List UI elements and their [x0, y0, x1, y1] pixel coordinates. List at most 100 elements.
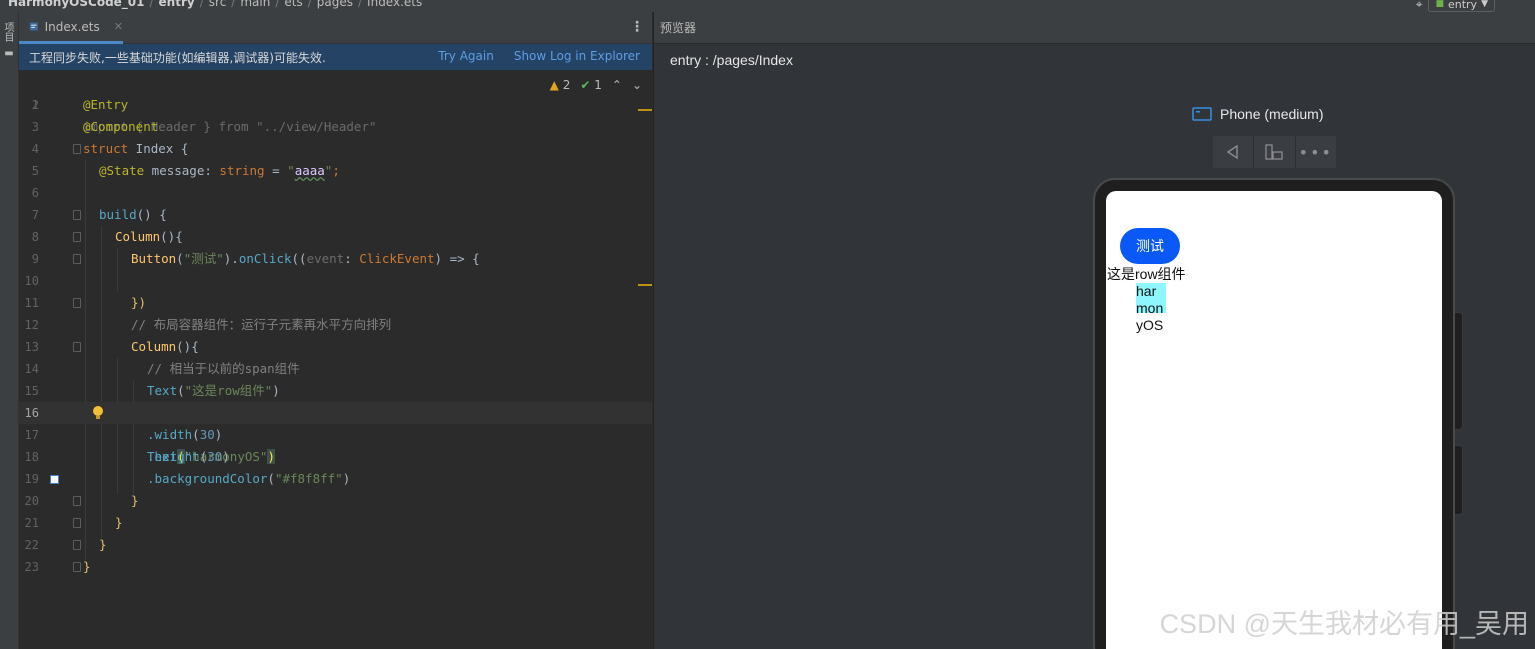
line-number: 8 — [31, 230, 39, 244]
line-number: 2 — [31, 98, 39, 112]
code-line: 5 @State message: string = "aaaa"; — [19, 160, 652, 182]
line-number: 17 — [24, 428, 39, 442]
code-text: }) — [131, 295, 147, 310]
banner-message: 工程同步失败,一些基础功能(如编辑器,调试器)可能失效. — [29, 50, 326, 65]
app-test-button[interactable]: 测试 — [1120, 228, 1180, 264]
project-label: 项目 — [2, 22, 13, 42]
fold-icon[interactable] — [73, 562, 81, 572]
breadcrumb-project[interactable]: HarmonyOSCode_01 — [8, 0, 145, 9]
breadcrumb: HarmonyOSCode_01/entry / src / main / ets / page… — [8, 0, 422, 9]
weak-warning-count[interactable]: ✔ 1 — [580, 74, 602, 96]
show-log-link[interactable]: Show Log in Explorer — [514, 49, 640, 63]
code-text: } — [99, 537, 107, 552]
fold-icon[interactable] — [73, 144, 81, 154]
warning-count[interactable]: ▲ 2 — [550, 74, 571, 96]
code-text: } — [115, 515, 123, 530]
fold-icon[interactable] — [73, 298, 81, 308]
fold-icon[interactable] — [73, 232, 81, 242]
app-harmony-text: harmonyOS — [1136, 283, 1166, 334]
phone-side-button — [1455, 445, 1463, 515]
code-line: 20} — [19, 490, 652, 512]
code-text: struct Index { — [83, 141, 189, 156]
code-line: 4 struct Index { — [19, 138, 652, 160]
code-line: 19 .backgroundColor("#f8f8ff") — [19, 468, 652, 490]
previewer-header: 预览器 — [654, 12, 1535, 44]
folder-icon: ▬ — [4, 48, 14, 59]
breadcrumb-src[interactable]: src — [209, 0, 227, 9]
code-line: 17 .width(30) — [19, 424, 652, 446]
try-again-link[interactable]: Try Again — [438, 49, 494, 63]
line-number: 6 — [31, 186, 39, 200]
fold-icon[interactable] — [73, 342, 81, 352]
code-line: 11}) — [19, 292, 652, 314]
navigation-bar: HarmonyOSCode_01/entry / src / main / ets / page… — [0, 0, 1535, 12]
device-selector[interactable]: Phone (medium) — [1192, 106, 1324, 122]
code-area[interactable]: 1 import { Header } from "../view/Header… — [19, 72, 652, 649]
line-number: 14 — [24, 362, 39, 376]
fold-icon[interactable] — [73, 540, 81, 550]
code-text: .height(30) — [147, 449, 230, 464]
fold-icon[interactable] — [73, 496, 81, 506]
module-icon: ■ — [1435, 0, 1444, 9]
page-route: entry : /pages/Index — [670, 52, 793, 68]
sync-failed-banner: 工程同步失败,一些基础功能(如编辑器,调试器)可能失效. Try Again S… — [19, 44, 652, 70]
lightbulb-icon[interactable] — [92, 405, 104, 421]
color-swatch[interactable] — [50, 475, 59, 484]
breadcrumb-pages[interactable]: pages — [317, 0, 353, 9]
code-text: @Component — [83, 119, 159, 134]
line-number: 18 — [24, 450, 39, 464]
chevron-down-icon: ▼ — [1481, 0, 1488, 9]
fold-icon[interactable] — [73, 254, 81, 264]
tool-window-strip: 项目 ▬ — [0, 12, 19, 649]
line-number: 11 — [24, 296, 39, 310]
phone-side-button — [1455, 312, 1463, 430]
editor-tab-bar: Index.ets ✕ ⋮ — [19, 12, 652, 44]
device-label: Phone (medium) — [1220, 106, 1324, 122]
code-text: Column(){ — [131, 339, 199, 354]
close-icon[interactable]: ✕ — [114, 20, 123, 33]
breadcrumb-file[interactable]: Index.ets — [367, 0, 422, 9]
code-line: 15 Text("这是row组件") — [19, 380, 652, 402]
line-number: 13 — [24, 340, 39, 354]
code-text: Button("测试").onClick((event: ClickEvent)… — [131, 251, 480, 266]
code-line: 12 // 布局容器组件：运行子元素再水平方向排列 — [19, 314, 652, 336]
code-line: 14 // 相当于以前的span组件 — [19, 358, 652, 380]
code-text: build() { — [99, 207, 167, 222]
code-line: 22} — [19, 534, 652, 556]
line-number: 4 — [31, 142, 39, 156]
line-number: 15 — [24, 384, 39, 398]
target-icon[interactable]: ⌖ — [1416, 0, 1423, 12]
fold-icon[interactable] — [73, 518, 81, 528]
chevron-down-icon[interactable]: ⌄ — [632, 74, 642, 96]
inspection-widget[interactable]: ▲ 2 ✔ 1 ⌃ ⌄ — [550, 74, 642, 96]
rotate-button[interactable] — [1254, 136, 1296, 168]
breadcrumb-module[interactable]: entry — [159, 0, 195, 9]
chevron-up-icon[interactable]: ⌃ — [612, 74, 622, 96]
run-config-select[interactable]: ■ entry ▼ — [1428, 0, 1495, 12]
breadcrumb-ets[interactable]: ets — [284, 0, 302, 9]
back-icon — [1226, 144, 1238, 160]
code-line: 18 .height(30) — [19, 446, 652, 468]
code-line: 13 Column(){ — [19, 336, 652, 358]
code-text: } — [131, 493, 139, 508]
code-comment: // 相当于以前的span组件 — [147, 361, 300, 376]
back-button[interactable] — [1213, 136, 1255, 168]
previewer-toolbar: ••• — [1213, 136, 1336, 168]
fold-icon[interactable] — [73, 210, 81, 220]
warning-icon: ▲ — [549, 78, 559, 92]
tab-index-ets[interactable]: Index.ets ✕ — [19, 12, 123, 44]
watermark: CSDN @天生我材必有用_吴用 — [1159, 609, 1529, 639]
line-number: 21 — [24, 516, 39, 530]
phone-frame: 测试 这是row组件 harmonyOS — [1093, 178, 1455, 649]
code-text: Column(){ — [115, 229, 183, 244]
project-tool-button[interactable]: 项目 ▬ — [2, 22, 16, 59]
code-line: 6 — [19, 182, 652, 204]
code-line: 3 @Component — [19, 116, 652, 138]
breadcrumb-main[interactable]: main — [240, 0, 270, 9]
more-button[interactable]: ••• — [1296, 136, 1336, 168]
code-line: 2 @Entry — [19, 94, 652, 116]
code-text: @State message: string = "aaaa"; — [99, 163, 340, 178]
app-row-text: 这是row组件 — [1107, 266, 1186, 282]
line-number: 9 — [31, 252, 39, 266]
more-options-icon[interactable]: ⋮ — [630, 20, 644, 34]
